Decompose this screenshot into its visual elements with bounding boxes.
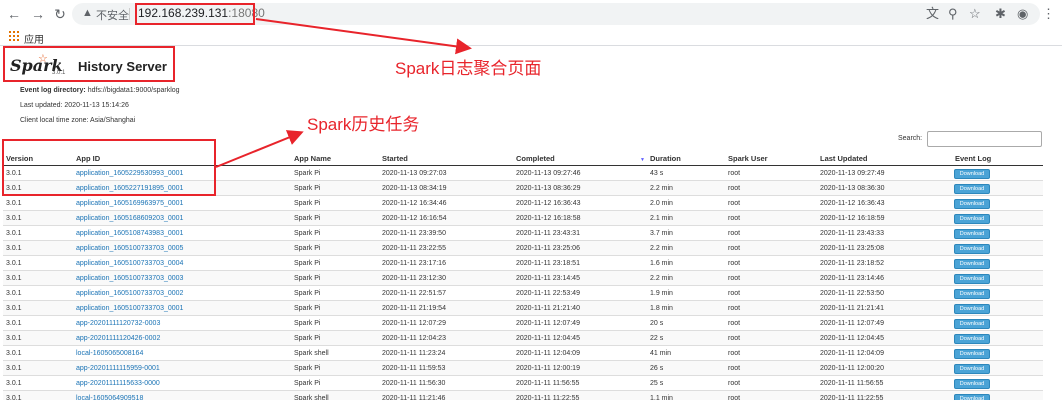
tasks-arrow	[215, 130, 304, 168]
url-arrow	[255, 18, 472, 55]
tasks-annotation: Spark历史任务	[307, 115, 420, 134]
page-annotation: Spark日志聚合页面	[395, 59, 542, 78]
